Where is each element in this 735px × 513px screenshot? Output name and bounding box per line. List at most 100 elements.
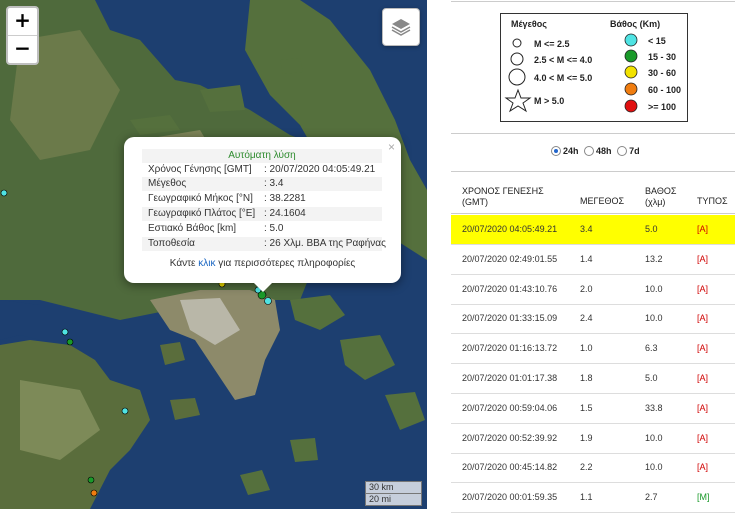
radio-button xyxy=(551,146,561,156)
event-time: 20/07/2020 01:33:15.09 xyxy=(462,313,558,324)
event-type: [A] xyxy=(697,224,709,234)
popup-more-info: Κάντε κλικ για περισσότερες πληροφορίες xyxy=(124,258,401,269)
popup-key: Χρόνος Γένησης [GMT] xyxy=(148,164,252,175)
depth-swatch xyxy=(624,49,638,63)
popup-key: Τοποθεσία xyxy=(148,238,195,249)
event-magnitude: 2.0 xyxy=(580,283,593,294)
popup-row: Χρόνος Γένησης [GMT] : 20/07/2020 04:05:… xyxy=(142,163,382,177)
table-row[interactable]: 20/07/2020 00:59:04.06 1.5 33.8 [A] xyxy=(451,394,735,424)
event-depth: 10.0 xyxy=(645,313,663,324)
popup-tip xyxy=(254,283,272,292)
popup-more-suffix: για περισσότερες πληροφορίες xyxy=(215,258,356,269)
legend-depth-item: < 15 xyxy=(648,36,666,46)
event-type: [A] xyxy=(697,253,709,264)
popup-more-prefix: Κάντε xyxy=(169,258,199,269)
quake-marker[interactable] xyxy=(90,489,98,497)
quake-marker[interactable] xyxy=(66,338,74,346)
event-magnitude: 1.8 xyxy=(580,373,593,383)
header-type: ΤΥΠΟΣ xyxy=(697,196,728,206)
depth-swatch xyxy=(624,33,638,47)
event-type: [M] xyxy=(697,492,710,503)
event-time: 20/07/2020 01:01:17.38 xyxy=(462,373,558,383)
side-panel: Μέγεθος Βάθος (Km) M <= 2.5 2.5 < M <= 4… xyxy=(427,0,735,513)
zoom-in-button[interactable]: + xyxy=(8,8,37,35)
header-magnitude: ΜΕΓΕΘΟΣ xyxy=(580,196,625,206)
depth-swatch xyxy=(624,99,638,113)
header-time: ΧΡΟΝΟΣ ΓΕΝΕΣΗΣ (GMT) xyxy=(462,186,544,207)
table-row[interactable]: 20/07/2020 01:16:13.72 1.0 6.3 [A] xyxy=(451,334,735,365)
popup-close-button[interactable]: × xyxy=(388,140,395,154)
quake-marker[interactable] xyxy=(121,407,129,415)
event-type: [A] xyxy=(697,313,709,324)
scale-km: 30 km xyxy=(365,481,422,494)
event-time: 20/07/2020 00:01:59.35 xyxy=(462,492,558,503)
quake-marker[interactable] xyxy=(61,328,69,336)
zoom-out-button[interactable]: − xyxy=(8,35,37,63)
event-magnitude: 2.2 xyxy=(580,462,593,473)
table-row[interactable]: 20/07/2020 04:05:49.21 3.4 5.0 [A] xyxy=(451,215,735,245)
event-time: 20/07/2020 01:43:10.76 xyxy=(462,283,558,294)
popup-value: : 3.4 xyxy=(264,178,284,189)
table-row[interactable]: 20/07/2020 01:01:17.38 1.8 5.0 [A] xyxy=(451,364,735,394)
event-magnitude: 1.0 xyxy=(580,343,593,354)
divider xyxy=(451,213,735,214)
legend: Μέγεθος Βάθος (Km) M <= 2.5 2.5 < M <= 4… xyxy=(500,13,688,122)
table-row[interactable]: 20/07/2020 00:45:14.82 2.2 10.0 [A] xyxy=(451,453,735,484)
event-magnitude: 1.1 xyxy=(580,492,593,503)
popup-title: Αυτόματη λύση xyxy=(142,149,382,163)
depth-swatch xyxy=(624,82,638,96)
popup-key: Γεωγραφικό Πλάτος [°E] xyxy=(148,208,256,219)
event-popup: × Αυτόματη λύση Χρόνος Γένησης [GMT] : 2… xyxy=(124,137,401,292)
scale-mi: 20 mi xyxy=(365,494,422,506)
range-option-48h[interactable]: 48h xyxy=(584,146,612,156)
event-time: 20/07/2020 00:59:04.06 xyxy=(462,402,558,413)
popup-row: Εστιακό Βάθος [km] : 5.0 xyxy=(142,222,382,236)
popup-row: Μέγεθος : 3.4 xyxy=(142,177,382,191)
layers-button[interactable] xyxy=(382,8,420,46)
map-view[interactable]: + − × Αυτόματη λύση Χρόνος Γένησης [GMT]… xyxy=(0,0,427,509)
table-row[interactable]: 20/07/2020 01:33:15.09 2.4 10.0 [A] xyxy=(451,304,735,335)
legend-depth-item: 15 - 30 xyxy=(648,52,677,62)
event-magnitude: 1.4 xyxy=(580,253,593,264)
table-row[interactable]: 20/07/2020 02:49:01.55 1.4 13.2 [A] xyxy=(451,245,735,275)
event-time: 20/07/2020 01:16:13.72 xyxy=(462,343,558,354)
event-time: 20/07/2020 00:52:39.92 xyxy=(462,432,558,443)
event-depth: 10.0 xyxy=(645,283,663,294)
event-type: [A] xyxy=(697,373,709,383)
range-option-7d[interactable]: 7d xyxy=(617,146,640,156)
event-type: [A] xyxy=(697,343,709,354)
event-magnitude: 3.4 xyxy=(580,224,593,234)
event-type: [A] xyxy=(697,283,709,294)
divider xyxy=(451,171,735,172)
event-depth: 6.3 xyxy=(645,343,658,354)
header-depth: ΒΑΘΟΣ (χλμ) xyxy=(645,186,677,207)
range-option-24h[interactable]: 24h xyxy=(551,146,579,156)
zoom-control: + − xyxy=(6,6,39,65)
event-time: 20/07/2020 00:45:14.82 xyxy=(462,462,558,473)
quake-marker[interactable] xyxy=(0,189,8,197)
event-depth: 33.8 xyxy=(645,402,663,413)
layers-icon xyxy=(391,19,411,36)
event-depth: 10.0 xyxy=(645,462,663,473)
legend-depth-item: 30 - 60 xyxy=(648,68,677,78)
popup-row: Γεωγραφικό Πλάτος [°E] : 24.1604 xyxy=(142,207,382,221)
popup-value: : 24.1604 xyxy=(264,208,306,219)
popup-key: Εστιακό Βάθος [km] xyxy=(148,223,237,234)
quake-marker[interactable] xyxy=(264,297,272,305)
table-row[interactable]: 20/07/2020 01:43:10.76 2.0 10.0 [A] xyxy=(451,275,735,305)
event-magnitude: 2.4 xyxy=(580,313,593,324)
popup-row: Γεωγραφικό Μήκος [°N] : 38.2281 xyxy=(142,192,382,206)
event-type: [A] xyxy=(697,462,709,473)
table-row[interactable]: 20/07/2020 00:52:39.92 1.9 10.0 [A] xyxy=(451,424,735,454)
popup-key: Γεωγραφικό Μήκος [°N] xyxy=(148,193,253,204)
legend-depth-item: >= 100 xyxy=(648,102,677,112)
event-type: [A] xyxy=(697,402,709,413)
popup-key: Μέγεθος xyxy=(148,178,187,189)
popup-value: : 26 Χλμ. ΒΒΑ της Ραφήνας xyxy=(264,238,386,249)
quake-marker[interactable] xyxy=(87,476,95,484)
map-scale: 30 km 20 mi xyxy=(365,481,422,506)
popup-more-link[interactable]: κλικ xyxy=(198,258,215,269)
event-depth: 13.2 xyxy=(645,253,663,264)
popup-row: Τοποθεσία : 26 Χλμ. ΒΒΑ της Ραφήνας xyxy=(142,237,386,251)
event-magnitude: 1.9 xyxy=(580,432,593,443)
